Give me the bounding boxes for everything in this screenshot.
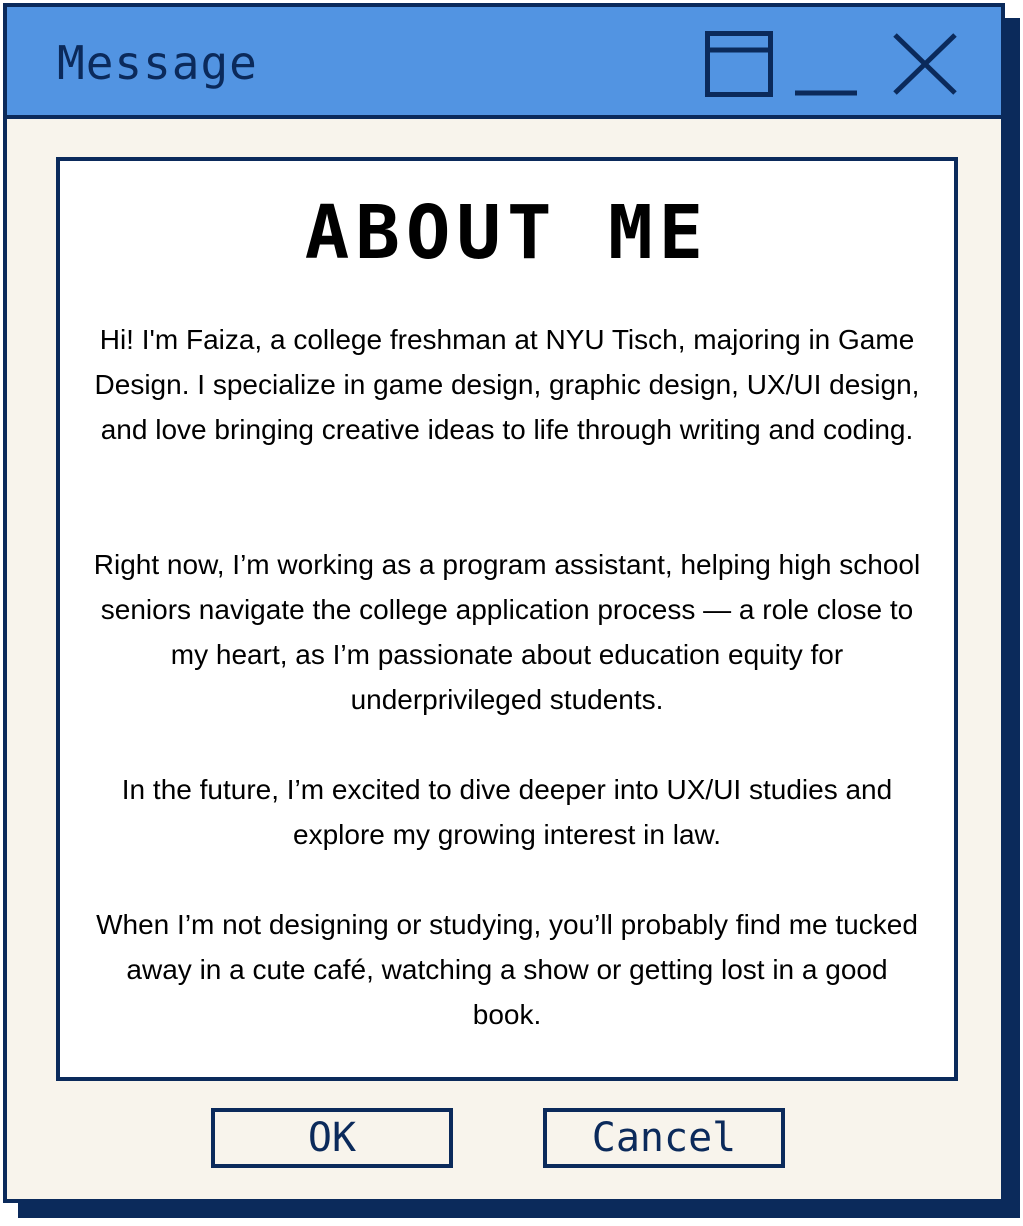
title-bar[interactable]: Message: [7, 7, 1001, 119]
hobbies-paragraph: When I’m not designing or studying, you’…: [96, 909, 918, 1030]
ok-button[interactable]: OK: [211, 1108, 453, 1168]
about-me-heading: ABOUT ME: [304, 190, 710, 276]
minimize-icon: [795, 90, 857, 96]
future-paragraph: In the future, I’m excited to dive deepe…: [121, 774, 893, 850]
intro-paragraph: Hi! I'm Faiza, a college freshman at NYU…: [94, 324, 920, 445]
maximize-button[interactable]: [705, 31, 773, 97]
message-window: Message ABOUT ME Hi! I'm Faiza, a colleg…: [3, 3, 1005, 1203]
maximize-icon: [705, 31, 773, 97]
close-icon: [893, 33, 957, 95]
cancel-button[interactable]: Cancel: [543, 1108, 785, 1168]
minimize-button[interactable]: [793, 31, 859, 97]
work-paragraph: Right now, I’m working as a program assi…: [93, 549, 921, 715]
window-title: Message: [57, 36, 258, 90]
close-button[interactable]: [891, 31, 959, 97]
message-content-box: ABOUT ME Hi! I'm Faiza, a college freshm…: [56, 157, 958, 1081]
